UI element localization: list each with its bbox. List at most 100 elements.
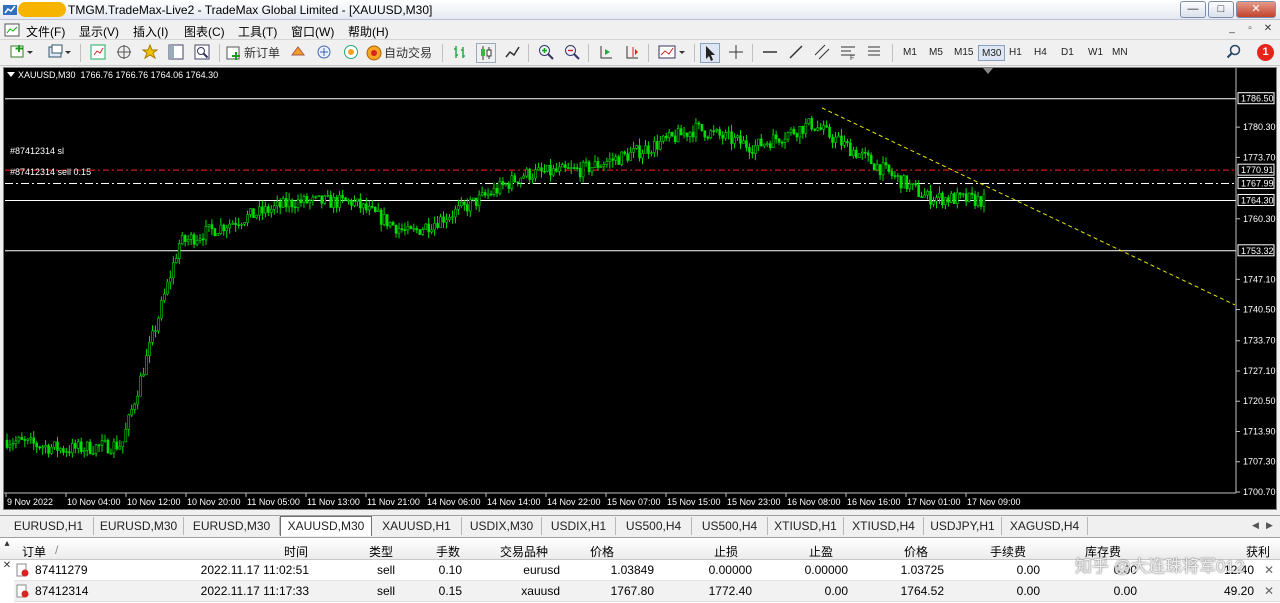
mdi-minimize-button[interactable]: _ <box>1224 22 1240 37</box>
tabs-scroll-right[interactable]: ▶ <box>1266 520 1273 531</box>
col-commission[interactable]: 手续费 <box>990 543 1026 560</box>
col-order[interactable]: 订单 <box>22 543 46 560</box>
minimize-button[interactable]: — <box>1180 1 1206 18</box>
timeframe-d1[interactable]: D1 <box>1058 45 1077 61</box>
tab-us500-h4-2[interactable]: US500,H4 <box>692 517 768 535</box>
candle-body <box>163 293 166 301</box>
one-click-icon[interactable] <box>288 43 308 63</box>
market-watch-icon[interactable] <box>88 43 108 63</box>
tab-eurusd-h1[interactable]: EURUSD,H1 <box>4 517 94 535</box>
col-sl[interactable]: 止损 <box>714 543 738 560</box>
col-time[interactable]: 时间 <box>284 543 308 560</box>
timeframe-m1[interactable]: M1 <box>900 45 920 61</box>
menu-insert[interactable]: 插入(I) <box>133 23 168 40</box>
candle-body <box>373 206 377 212</box>
menu-tools[interactable]: 工具(T) <box>238 23 277 40</box>
market-icon[interactable] <box>340 43 362 63</box>
tab-xagusd-h4[interactable]: XAGUSD,H4 <box>1002 517 1088 535</box>
tabs-scroll-left[interactable]: ◀ <box>1252 520 1259 531</box>
tab-eurusd-m30-2[interactable]: EURUSD,M30 <box>184 517 280 535</box>
trendline-icon[interactable] <box>786 43 806 63</box>
crosshair-icon[interactable] <box>726 43 746 63</box>
tab-xtiusd-h1[interactable]: XTIUSD,H1 <box>768 517 844 535</box>
mdi-close-button[interactable]: ✕ <box>1260 22 1276 37</box>
candle-body <box>587 161 591 173</box>
close-order-icon[interactable]: ✕ <box>1264 584 1274 598</box>
line-chart-icon[interactable] <box>502 43 522 63</box>
tab-eurusd-m30[interactable]: EURUSD,M30 <box>94 517 184 535</box>
timeframe-m15[interactable]: M15 <box>951 45 976 61</box>
candle-body <box>391 222 395 226</box>
terminal-icon[interactable] <box>166 43 186 63</box>
candlestick-chart-icon[interactable] <box>476 43 496 63</box>
chart-collapse-icon[interactable] <box>7 72 15 77</box>
menu-view[interactable]: 显示(V) <box>79 23 119 40</box>
data-window-icon[interactable] <box>114 43 134 63</box>
maximize-button[interactable]: □ <box>1208 1 1234 18</box>
candle-body <box>302 196 306 203</box>
search-icon[interactable] <box>1224 43 1244 63</box>
price-chart[interactable]: 1780.30 1773.70 1760.30 1747.10 1740.50 1733.… <box>3 67 1277 510</box>
fibonacci-icon[interactable]: F <box>838 43 858 63</box>
equidistant-channel-icon[interactable] <box>812 43 832 63</box>
new-chart-icon[interactable] <box>6 43 36 63</box>
col-current-price[interactable]: 价格 <box>904 543 928 560</box>
candle-body <box>109 452 113 455</box>
candle-body <box>323 195 327 204</box>
chart-shift-marker[interactable] <box>983 68 993 74</box>
timeframe-w1[interactable]: W1 <box>1085 45 1106 61</box>
notification-badge[interactable]: 1 <box>1257 44 1274 61</box>
menu-file[interactable]: 文件(F) <box>26 23 65 40</box>
candle-body <box>602 164 606 167</box>
timeframe-m5[interactable]: M5 <box>926 45 946 61</box>
col-profit[interactable]: 获利 <box>1246 543 1270 560</box>
timeframe-mn[interactable]: MN <box>1109 45 1131 61</box>
terminal-toggle[interactable]: ▴ <box>0 538 14 549</box>
col-tp[interactable]: 止盈 <box>809 543 833 560</box>
auto-scroll-icon[interactable] <box>596 43 616 63</box>
tab-usdix-m30[interactable]: USDIX,M30 <box>462 517 542 535</box>
col-type[interactable]: 类型 <box>369 543 393 560</box>
candle-body <box>201 238 205 241</box>
close-button[interactable]: ✕ <box>1236 1 1276 18</box>
candle-body <box>210 224 214 229</box>
cursor-icon[interactable] <box>700 43 720 63</box>
navigator-icon[interactable] <box>140 43 160 63</box>
close-order-icon[interactable]: ✕ <box>1264 563 1274 577</box>
tab-xauusd-h1[interactable]: XAUUSD,H1 <box>372 517 462 535</box>
tab-usdjpy-h1[interactable]: USDJPY,H1 <box>924 517 1002 535</box>
table-row[interactable]: 87412314 2022.11.17 11:17:33 sell 0.15 x… <box>14 581 1280 602</box>
col-symbol[interactable]: 交易品种 <box>500 543 548 560</box>
col-lots[interactable]: 手数 <box>436 543 460 560</box>
menu-help[interactable]: 帮助(H) <box>348 23 389 40</box>
signals-icon[interactable] <box>314 43 334 63</box>
candle-body <box>362 203 365 209</box>
horizontal-line-icon[interactable] <box>760 43 780 63</box>
tab-us500-h4[interactable]: US500,H4 <box>616 517 692 535</box>
auto-trading-button[interactable]: 自动交易 <box>366 43 436 63</box>
new-order-button[interactable]: 新订单 <box>226 43 282 63</box>
timeframe-m30[interactable]: M30 <box>978 45 1006 61</box>
zoom-in-icon[interactable] <box>536 43 556 63</box>
candle-body <box>26 438 30 441</box>
strategy-tester-icon[interactable] <box>192 43 212 63</box>
indicators-icon[interactable] <box>656 43 688 63</box>
bar-chart-icon[interactable] <box>450 43 470 63</box>
candle-body <box>20 437 24 440</box>
text-tools-icon[interactable] <box>864 43 884 63</box>
candle-body <box>287 199 291 208</box>
timeframe-h1[interactable]: H1 <box>1006 45 1025 61</box>
profiles-icon[interactable] <box>44 43 74 63</box>
zoom-out-icon[interactable] <box>562 43 582 63</box>
menu-window[interactable]: 窗口(W) <box>291 23 334 40</box>
chart-shift-icon[interactable] <box>622 43 642 63</box>
tab-xauusd-m30[interactable]: XAUUSD,M30 <box>280 516 372 536</box>
timeframe-h4[interactable]: H4 <box>1031 45 1050 61</box>
terminal-close-icon[interactable]: ✕ <box>0 560 14 571</box>
mdi-restore-button[interactable]: ▫ <box>1242 22 1258 37</box>
price-tick-label: 1720.50 <box>1243 396 1276 406</box>
col-price[interactable]: 价格 <box>590 543 614 560</box>
tab-xtiusd-h4[interactable]: XTIUSD,H4 <box>844 517 924 535</box>
tab-usdix-h1[interactable]: USDIX,H1 <box>542 517 616 535</box>
menu-charts[interactable]: 图表(C) <box>184 23 225 40</box>
